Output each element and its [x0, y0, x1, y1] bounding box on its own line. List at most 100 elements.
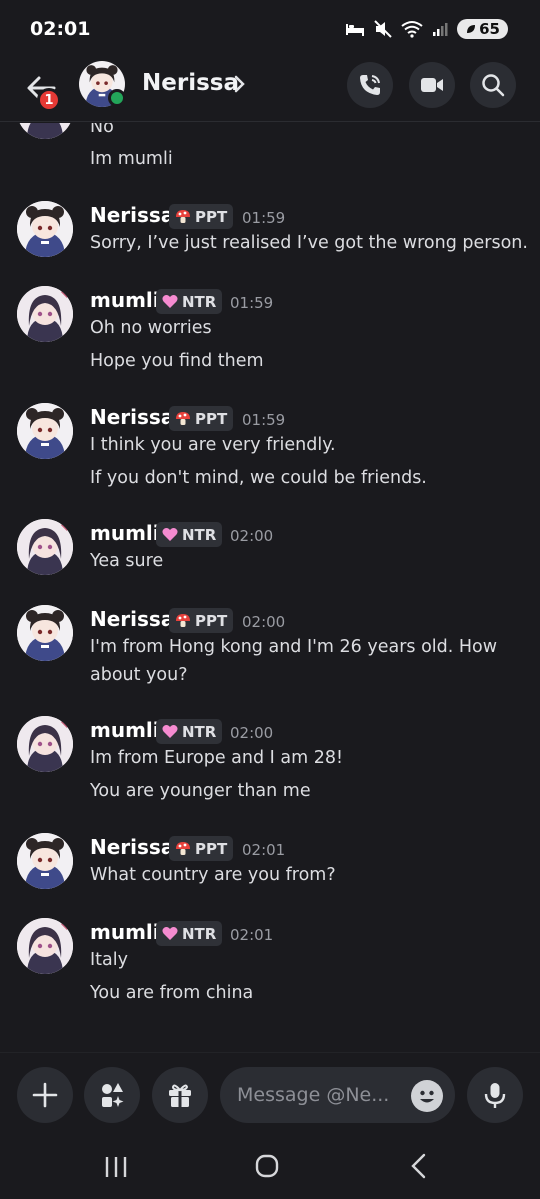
pink-heart-icon	[162, 295, 178, 308]
sleep-mode-icon	[346, 24, 365, 36]
apps-button[interactable]	[84, 1067, 140, 1123]
message-text: I think you are very friendly.	[90, 435, 336, 455]
mumli-avatar-image	[17, 918, 73, 974]
avatar[interactable]	[17, 918, 73, 974]
wifi-icon	[401, 21, 423, 38]
message-text: Italy	[90, 950, 128, 970]
timestamp: 01:59	[242, 411, 286, 429]
timestamp: 02:00	[230, 724, 274, 742]
mushroom-icon	[176, 209, 190, 223]
message-text: I'm from Hong kong and I'm 26 years old.…	[90, 637, 498, 657]
pink-heart-icon	[162, 725, 178, 738]
plus-icon	[32, 1082, 58, 1108]
gift-button[interactable]	[152, 1067, 208, 1123]
video-call-button[interactable]	[409, 62, 455, 108]
status-time: 02:01	[30, 18, 91, 40]
message-text: If you don't mind, we could be friends.	[90, 468, 427, 488]
server-tag-label: NTR	[182, 722, 217, 741]
username[interactable]: mumli	[90, 521, 160, 545]
mute-icon	[374, 20, 392, 38]
server-tag[interactable]: NTR	[156, 522, 223, 547]
message-text: Sorry, I’ve just realised I’ve got the w…	[90, 233, 528, 253]
mumli-avatar-image	[17, 716, 73, 772]
username[interactable]: mumli	[90, 288, 160, 312]
microphone-icon	[484, 1083, 506, 1108]
username[interactable]: Nerissa	[90, 607, 174, 631]
server-tag[interactable]: PPT	[169, 406, 234, 431]
recent-apps-icon[interactable]	[104, 1155, 128, 1179]
back-icon[interactable]	[407, 1153, 431, 1179]
timestamp: 02:00	[230, 527, 274, 545]
server-tag[interactable]: PPT	[169, 608, 234, 633]
online-status-dot	[108, 89, 126, 107]
voice-call-icon	[360, 75, 380, 95]
contact-name[interactable]: Nerissa	[142, 70, 239, 96]
server-tag[interactable]: NTR	[156, 289, 223, 314]
server-tag-label: NTR	[182, 292, 217, 311]
message-text: about you?	[90, 665, 188, 685]
pink-heart-icon	[162, 927, 178, 940]
attach-button[interactable]	[17, 1067, 73, 1123]
mushroom-icon	[176, 411, 190, 425]
avatar[interactable]	[17, 833, 73, 889]
emoji-button[interactable]	[411, 1080, 443, 1112]
nerissa-avatar-image	[17, 605, 73, 661]
battery-indicator: 65	[457, 19, 508, 39]
status-icons: 65	[345, 19, 508, 39]
mushroom-icon	[176, 613, 190, 627]
chevron-right-icon[interactable]	[234, 74, 246, 94]
avatar[interactable]	[17, 519, 73, 575]
mushroom-icon	[176, 841, 190, 855]
home-icon[interactable]	[255, 1154, 279, 1178]
server-tag-label: NTR	[182, 525, 217, 544]
apps-icon	[102, 1083, 124, 1107]
username[interactable]: mumli	[90, 920, 160, 944]
message-text: What country are you from?	[90, 865, 336, 885]
server-tag-label: PPT	[195, 611, 228, 630]
server-tag[interactable]: NTR	[156, 719, 223, 744]
avatar[interactable]	[17, 286, 73, 342]
server-tag-label: PPT	[195, 207, 228, 226]
emoji-icon	[420, 1090, 434, 1103]
server-tag[interactable]: PPT	[169, 836, 234, 861]
dm-header: 1 Nerissa	[0, 58, 540, 122]
gift-icon	[169, 1084, 191, 1107]
server-tag[interactable]: PPT	[169, 204, 234, 229]
username[interactable]: Nerissa	[90, 835, 174, 859]
nerissa-avatar-image	[17, 833, 73, 889]
message-text: Oh no worries	[90, 318, 212, 338]
search-icon	[482, 74, 505, 97]
server-tag-label: PPT	[195, 839, 228, 858]
battery-level: 65	[479, 20, 500, 38]
video-call-icon	[421, 78, 443, 92]
message-text: Yea sure	[90, 551, 164, 571]
battery-saver-icon	[467, 25, 476, 33]
avatar[interactable]	[17, 403, 73, 459]
voice-call-button[interactable]	[347, 62, 393, 108]
status-bar: 02:01 65	[0, 0, 540, 58]
server-tag-label: NTR	[182, 924, 217, 943]
message-list[interactable]: No Im mumli Nerissa PPT 01:59 Sorry, I’v…	[0, 123, 540, 1053]
search-button[interactable]	[470, 62, 516, 108]
avatar[interactable]	[17, 716, 73, 772]
nerissa-avatar-image	[17, 201, 73, 257]
mumli-avatar-image	[17, 123, 73, 139]
username[interactable]: mumli	[90, 718, 160, 742]
message-text: Im mumli	[90, 149, 173, 169]
avatar[interactable]	[17, 123, 73, 139]
message-text: You are younger than me	[90, 781, 311, 801]
message-text: Im from Europe and I am 28!	[90, 748, 343, 768]
timestamp: 02:01	[242, 841, 286, 859]
avatar[interactable]	[17, 605, 73, 661]
timestamp: 02:00	[242, 613, 286, 631]
notification-badge: 1	[37, 88, 61, 112]
avatar[interactable]	[17, 201, 73, 257]
timestamp: 01:59	[242, 209, 286, 227]
message-text: Hope you find them	[90, 351, 264, 371]
message-text: No	[90, 123, 114, 137]
username[interactable]: Nerissa	[90, 203, 174, 227]
nerissa-avatar-image	[17, 403, 73, 459]
username[interactable]: Nerissa	[90, 405, 174, 429]
server-tag[interactable]: NTR	[156, 921, 223, 946]
voice-message-button[interactable]	[467, 1067, 523, 1123]
